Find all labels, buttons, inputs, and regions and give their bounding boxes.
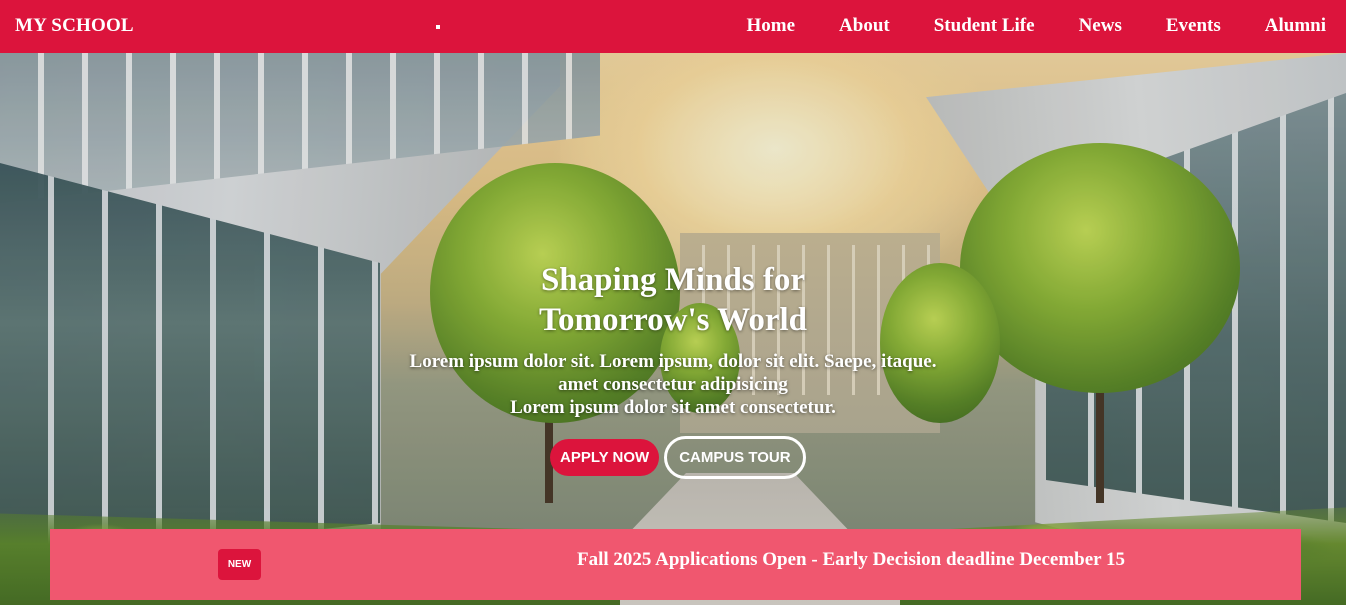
nav-link-home[interactable]: Home <box>747 15 796 37</box>
brand-logo[interactable]: MY SCHOOL <box>15 15 134 37</box>
nav-dot-marker <box>436 25 440 29</box>
nav-link-news[interactable]: News <box>1079 15 1122 37</box>
hero-title-line2: Tomorrow's World <box>538 302 807 338</box>
hero-section: Shaping Minds for Tomorrow's World Lorem… <box>0 53 1346 605</box>
hero-title-line1: Shaping Minds for <box>540 262 806 298</box>
hero-subtitle-line1: Lorem ipsum dolor sit. Lorem ipsum, dolo… <box>409 351 937 372</box>
navbar: MY SCHOOL Home About Student Life News E… <box>0 0 1346 53</box>
hero-buttons: APPLY NOW CAMPUS TOUR <box>550 436 806 479</box>
nav-links: Home About Student Life News Events Alum… <box>703 15 1327 37</box>
hero-title: Shaping Minds for Tomorrow's World <box>473 260 873 340</box>
campus-tour-button[interactable]: CAMPUS TOUR <box>664 436 806 479</box>
hero-subtitle-line3: Lorem ipsum dolor sit amet consectetur. <box>510 397 836 418</box>
nav-link-about[interactable]: About <box>839 15 890 37</box>
new-badge: NEW <box>218 549 261 580</box>
hero-content: Shaping Minds for Tomorrow's World Lorem… <box>0 53 1346 605</box>
nav-link-alumni[interactable]: Alumni <box>1265 15 1326 37</box>
announcement-text[interactable]: Fall 2025 Applications Open - Early Deci… <box>577 549 1125 571</box>
hero-subtitle-line2: amet consectetur adipisicing <box>558 374 788 395</box>
nav-link-student-life[interactable]: Student Life <box>934 15 1035 37</box>
apply-now-button[interactable]: APPLY NOW <box>550 439 660 476</box>
nav-link-events[interactable]: Events <box>1166 15 1221 37</box>
hero-subtitle: Lorem ipsum dolor sit. Lorem ipsum, dolo… <box>373 350 973 419</box>
announcement-bar: NEW Fall 2025 Applications Open - Early … <box>50 529 1301 600</box>
